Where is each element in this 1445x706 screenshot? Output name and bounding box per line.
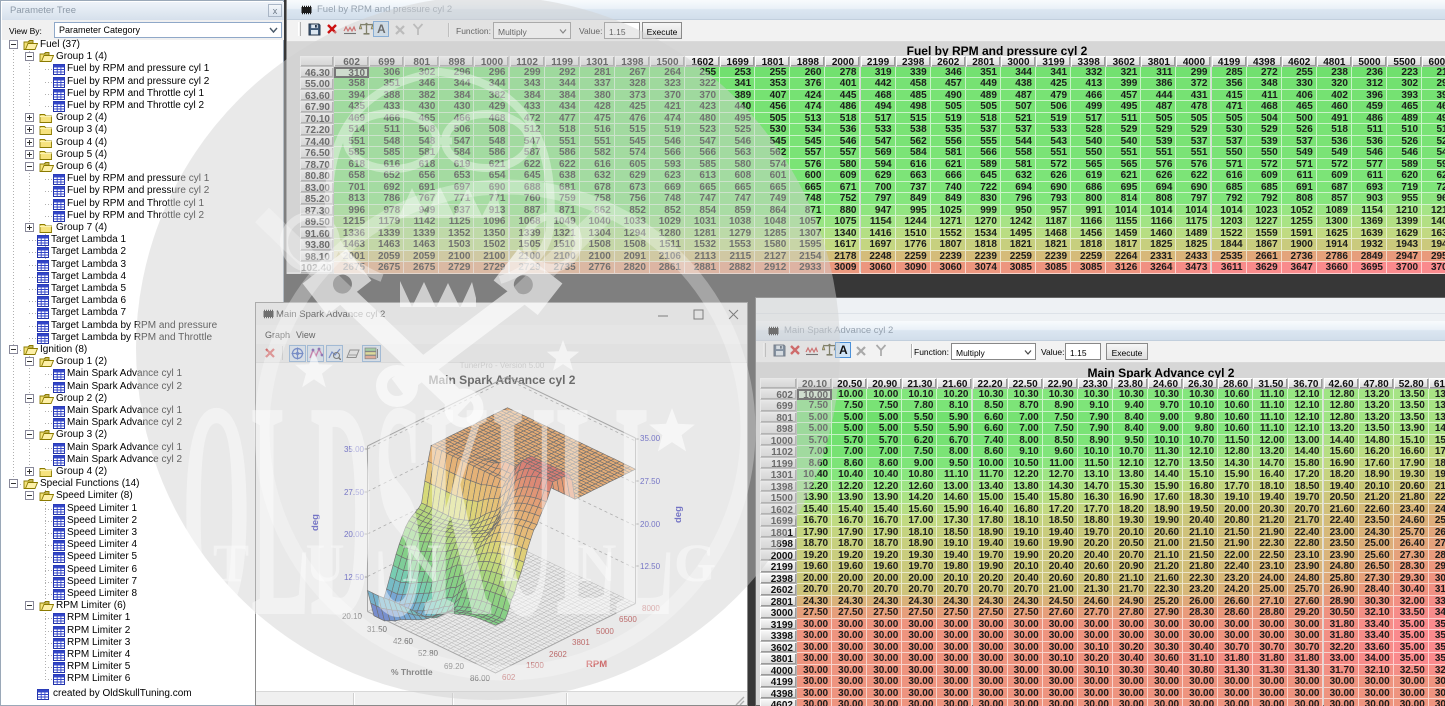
svg-text:1500: 1500 [526,661,544,670]
svg-text:35.00: 35.00 [640,434,661,443]
svg-text:12.50: 12.50 [344,573,365,582]
svg-text:52.80: 52.80 [418,649,439,658]
svg-text:8000: 8000 [642,604,660,613]
svg-text:27.50: 27.50 [640,477,661,486]
svg-text:5000: 5000 [596,627,614,636]
svg-text:602: 602 [502,673,516,682]
svg-text:deg: deg [673,506,684,523]
svg-text:% Throttle: % Throttle [391,667,433,677]
svg-text:20.10: 20.10 [342,612,363,621]
svg-text:2602: 2602 [549,650,567,659]
svg-text:31.50: 31.50 [367,625,388,634]
svg-text:86.00: 86.00 [470,674,491,683]
svg-text:12.50: 12.50 [640,562,661,571]
svg-text:RPM: RPM [586,659,607,670]
svg-text:deg: deg [310,514,321,531]
svg-text:6500: 6500 [619,615,637,624]
svg-text:3801: 3801 [572,638,590,647]
svg-text:35.00: 35.00 [344,445,365,454]
svg-text:20.00: 20.00 [344,530,365,539]
svg-text:27.50: 27.50 [344,488,365,497]
svg-text:42.60: 42.60 [393,637,414,646]
svg-text:69.20: 69.20 [444,662,465,671]
svg-text:20.00: 20.00 [640,520,661,529]
